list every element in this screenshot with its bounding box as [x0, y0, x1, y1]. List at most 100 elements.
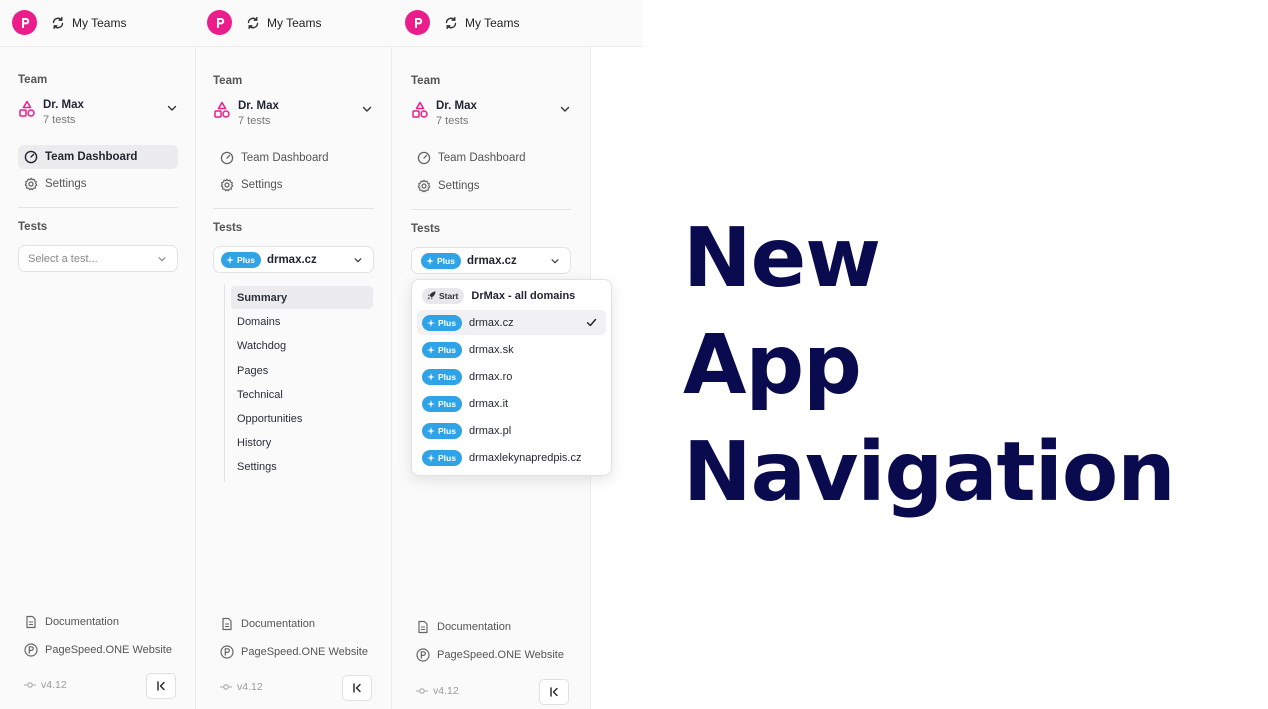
submenu-opportunities[interactable]: Opportunities [231, 407, 373, 430]
submenu-technical[interactable]: Technical [231, 383, 373, 406]
dropdown-item-label: drmaxlekynapredpis.cz [468, 451, 582, 464]
top-bar: My Teams [392, 0, 643, 47]
divider [411, 209, 571, 210]
test-select-placeholder: Select a test... [28, 252, 98, 265]
website-link[interactable]: PageSpeed.ONE Website [416, 645, 564, 665]
dropdown-item-label: drmax.ro [468, 370, 513, 383]
team-name: Dr. Max [238, 100, 279, 112]
dropdown-item[interactable]: Plus drmax.ro [417, 364, 606, 389]
my-teams-label: My Teams [465, 16, 520, 30]
my-teams-button[interactable]: My Teams [246, 12, 321, 34]
pagespeed-logo-icon [416, 648, 430, 662]
tests-section-label: Tests [411, 223, 441, 235]
submenu-summary[interactable]: Summary [231, 286, 373, 309]
collapse-sidebar-button[interactable] [342, 675, 372, 701]
rocket-icon [427, 291, 436, 300]
sparkle-icon [427, 399, 435, 408]
nav-settings[interactable]: Settings [18, 172, 178, 196]
dropdown-item[interactable]: Plus drmax.sk [417, 337, 606, 362]
chevron-down-icon [167, 105, 177, 111]
my-teams-button[interactable]: My Teams [51, 12, 126, 34]
plus-badge: Plus [422, 341, 462, 358]
sparkle-icon [427, 345, 435, 354]
website-link[interactable]: PageSpeed.ONE Website [24, 640, 172, 660]
commit-icon [24, 682, 36, 688]
document-icon [222, 617, 232, 631]
headline-line-2: App [683, 318, 862, 413]
dropdown-item-selected[interactable]: Plus drmax.cz [417, 310, 606, 335]
collapse-sidebar-button[interactable] [539, 679, 569, 705]
nav-settings-label: Settings [438, 180, 480, 192]
documentation-link[interactable]: Documentation [220, 614, 315, 634]
team-switcher[interactable]: Dr. Max 7 tests [411, 100, 573, 134]
gear-icon [220, 178, 234, 192]
plus-badge: Plus [422, 395, 462, 412]
version-label: v4.12 [237, 681, 263, 693]
documentation-label: Documentation [45, 616, 119, 628]
nav-team-dashboard[interactable]: Team Dashboard [411, 146, 571, 170]
submenu-watchdog[interactable]: Watchdog [231, 334, 373, 357]
tests-section-label: Tests [213, 222, 243, 234]
commit-icon [416, 688, 428, 694]
team-switcher[interactable]: Dr. Max 7 tests [18, 99, 180, 133]
sidebar: Team Dr. Max 7 tests Team Dashboard Sett… [0, 47, 196, 709]
documentation-link[interactable]: Documentation [416, 617, 511, 637]
refresh-icon [445, 16, 457, 30]
nav-settings[interactable]: Settings [411, 174, 571, 198]
team-shapes-icon [19, 100, 35, 117]
plus-badge-label: Plus [438, 425, 456, 436]
plus-badge: Plus [422, 368, 462, 385]
website-link[interactable]: PageSpeed.ONE Website [220, 642, 368, 662]
chevron-down-icon [560, 106, 570, 112]
dropdown-item[interactable]: Plus drmaxlekynapredpis.cz [417, 445, 606, 470]
version-label: v4.12 [41, 679, 67, 691]
my-teams-button[interactable]: My Teams [444, 12, 519, 34]
plus-badge-label: Plus [438, 344, 456, 355]
panel-default: My Teams Team Dr. Max 7 tests Team Dashb… [0, 0, 196, 709]
plus-badge-label: Plus [438, 452, 456, 463]
nav-team-dashboard-label: Team Dashboard [45, 151, 138, 163]
test-select[interactable]: Select a test... [18, 245, 178, 272]
website-label: PageSpeed.ONE Website [241, 646, 368, 658]
test-dropdown-menu: Start DrMax - all domains Plus drmax.cz … [411, 279, 612, 476]
plus-badge: Plus [422, 449, 462, 466]
dropdown-item[interactable]: Start DrMax - all domains [417, 283, 606, 308]
dropdown-item[interactable]: Plus drmax.pl [417, 418, 606, 443]
gear-icon [24, 177, 38, 191]
test-select[interactable]: Plus drmax.cz [411, 247, 571, 274]
dropdown-item-label: drmax.pl [468, 424, 512, 437]
nav-team-dashboard-label: Team Dashboard [438, 152, 526, 164]
panel-test-selected: My Teams Team Dr. Max 7 tests Team Dashb… [196, 0, 392, 709]
documentation-label: Documentation [241, 618, 315, 630]
sparkle-icon [427, 426, 435, 435]
app-logo-icon[interactable] [405, 10, 430, 35]
team-switcher[interactable]: Dr. Max 7 tests [213, 100, 375, 134]
nav-team-dashboard[interactable]: Team Dashboard [18, 145, 178, 169]
plus-badge: Plus [421, 252, 461, 269]
collapse-icon [157, 681, 165, 691]
submenu-history[interactable]: History [231, 431, 373, 454]
test-select[interactable]: Plus drmax.cz [213, 246, 374, 273]
gauge-icon [24, 150, 38, 164]
plus-badge-label: Plus [438, 371, 456, 382]
chevron-down-icon [551, 259, 559, 264]
app-logo-icon[interactable] [207, 10, 232, 35]
submenu-domains[interactable]: Domains [231, 310, 373, 333]
pagespeed-logo-icon [24, 643, 38, 657]
nav-team-dashboard[interactable]: Team Dashboard [214, 146, 374, 170]
app-version: v4.12 [220, 681, 263, 693]
dropdown-item[interactable]: Plus drmax.it [417, 391, 606, 416]
commit-icon [220, 684, 232, 690]
pagespeed-logo-icon [220, 645, 234, 659]
my-teams-label: My Teams [267, 16, 322, 30]
website-label: PageSpeed.ONE Website [45, 644, 172, 656]
sparkle-icon [427, 372, 435, 381]
documentation-link[interactable]: Documentation [24, 612, 119, 632]
nav-settings[interactable]: Settings [214, 173, 374, 197]
submenu-settings[interactable]: Settings [231, 455, 373, 478]
collapse-sidebar-button[interactable] [146, 673, 176, 699]
app-logo-icon[interactable] [12, 10, 37, 35]
refresh-icon [52, 16, 64, 30]
submenu-pages[interactable]: Pages [231, 359, 373, 382]
plus-badge: Plus [221, 251, 261, 268]
